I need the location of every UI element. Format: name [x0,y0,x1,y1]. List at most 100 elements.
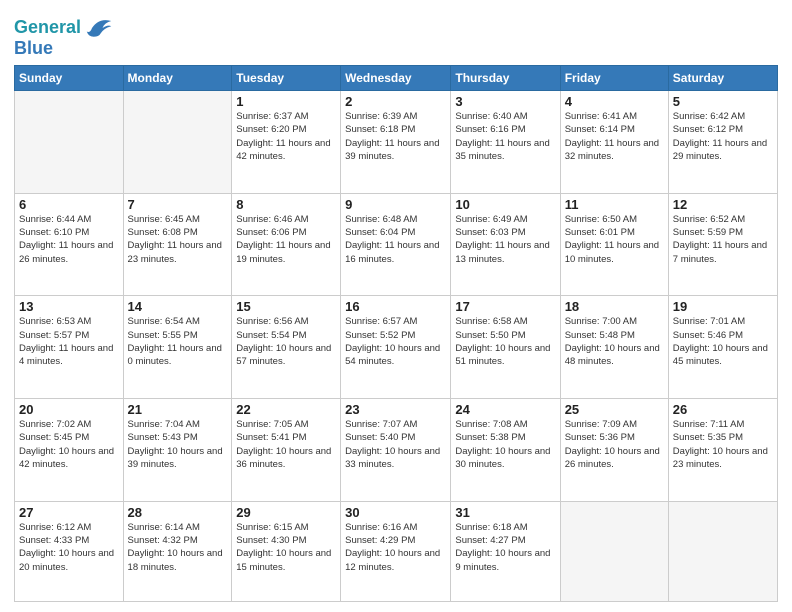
calendar-header-monday: Monday [123,66,232,91]
day-number: 7 [128,197,228,212]
calendar-cell: 20Sunrise: 7:02 AM Sunset: 5:45 PM Dayli… [15,399,124,502]
calendar-header-friday: Friday [560,66,668,91]
day-number: 13 [19,299,119,314]
calendar-cell: 18Sunrise: 7:00 AM Sunset: 5:48 PM Dayli… [560,296,668,399]
calendar-cell: 15Sunrise: 6:56 AM Sunset: 5:54 PM Dayli… [232,296,341,399]
calendar-cell: 2Sunrise: 6:39 AM Sunset: 6:18 PM Daylig… [341,91,451,194]
day-info: Sunrise: 6:16 AM Sunset: 4:29 PM Dayligh… [345,521,446,574]
day-number: 9 [345,197,446,212]
day-info: Sunrise: 6:14 AM Sunset: 4:32 PM Dayligh… [128,521,228,574]
day-info: Sunrise: 6:49 AM Sunset: 6:03 PM Dayligh… [455,213,555,266]
day-number: 3 [455,94,555,109]
day-number: 26 [673,402,773,417]
calendar-cell: 9Sunrise: 6:48 AM Sunset: 6:04 PM Daylig… [341,193,451,296]
day-number: 17 [455,299,555,314]
day-info: Sunrise: 6:50 AM Sunset: 6:01 PM Dayligh… [565,213,664,266]
day-info: Sunrise: 6:18 AM Sunset: 4:27 PM Dayligh… [455,521,555,574]
day-number: 27 [19,505,119,520]
calendar-cell: 8Sunrise: 6:46 AM Sunset: 6:06 PM Daylig… [232,193,341,296]
day-number: 18 [565,299,664,314]
calendar-cell: 11Sunrise: 6:50 AM Sunset: 6:01 PM Dayli… [560,193,668,296]
day-number: 10 [455,197,555,212]
day-info: Sunrise: 7:08 AM Sunset: 5:38 PM Dayligh… [455,418,555,471]
day-number: 19 [673,299,773,314]
calendar-cell [668,501,777,601]
day-number: 31 [455,505,555,520]
day-info: Sunrise: 7:11 AM Sunset: 5:35 PM Dayligh… [673,418,773,471]
day-number: 20 [19,402,119,417]
calendar-cell: 17Sunrise: 6:58 AM Sunset: 5:50 PM Dayli… [451,296,560,399]
day-number: 4 [565,94,664,109]
day-info: Sunrise: 6:53 AM Sunset: 5:57 PM Dayligh… [19,315,119,368]
day-info: Sunrise: 7:04 AM Sunset: 5:43 PM Dayligh… [128,418,228,471]
day-info: Sunrise: 6:56 AM Sunset: 5:54 PM Dayligh… [236,315,336,368]
day-number: 2 [345,94,446,109]
calendar-cell: 6Sunrise: 6:44 AM Sunset: 6:10 PM Daylig… [15,193,124,296]
day-info: Sunrise: 6:37 AM Sunset: 6:20 PM Dayligh… [236,110,336,163]
day-info: Sunrise: 7:02 AM Sunset: 5:45 PM Dayligh… [19,418,119,471]
calendar-body: 1Sunrise: 6:37 AM Sunset: 6:20 PM Daylig… [15,91,778,602]
day-info: Sunrise: 6:58 AM Sunset: 5:50 PM Dayligh… [455,315,555,368]
calendar-cell [123,91,232,194]
day-number: 14 [128,299,228,314]
logo-text: General [14,18,81,38]
day-info: Sunrise: 6:52 AM Sunset: 5:59 PM Dayligh… [673,213,773,266]
day-number: 28 [128,505,228,520]
day-info: Sunrise: 6:12 AM Sunset: 4:33 PM Dayligh… [19,521,119,574]
calendar-cell: 4Sunrise: 6:41 AM Sunset: 6:14 PM Daylig… [560,91,668,194]
calendar-cell: 19Sunrise: 7:01 AM Sunset: 5:46 PM Dayli… [668,296,777,399]
day-number: 16 [345,299,446,314]
day-number: 21 [128,402,228,417]
day-info: Sunrise: 6:54 AM Sunset: 5:55 PM Dayligh… [128,315,228,368]
day-info: Sunrise: 7:01 AM Sunset: 5:46 PM Dayligh… [673,315,773,368]
calendar-cell [15,91,124,194]
calendar-cell: 13Sunrise: 6:53 AM Sunset: 5:57 PM Dayli… [15,296,124,399]
day-number: 12 [673,197,773,212]
calendar-cell: 26Sunrise: 7:11 AM Sunset: 5:35 PM Dayli… [668,399,777,502]
calendar-cell: 28Sunrise: 6:14 AM Sunset: 4:32 PM Dayli… [123,501,232,601]
day-info: Sunrise: 6:15 AM Sunset: 4:30 PM Dayligh… [236,521,336,574]
day-number: 30 [345,505,446,520]
day-info: Sunrise: 6:42 AM Sunset: 6:12 PM Dayligh… [673,110,773,163]
calendar-header-wednesday: Wednesday [341,66,451,91]
day-info: Sunrise: 7:09 AM Sunset: 5:36 PM Dayligh… [565,418,664,471]
day-number: 5 [673,94,773,109]
calendar-header-tuesday: Tuesday [232,66,341,91]
day-info: Sunrise: 6:48 AM Sunset: 6:04 PM Dayligh… [345,213,446,266]
calendar-cell: 12Sunrise: 6:52 AM Sunset: 5:59 PM Dayli… [668,193,777,296]
day-number: 23 [345,402,446,417]
calendar-cell: 27Sunrise: 6:12 AM Sunset: 4:33 PM Dayli… [15,501,124,601]
day-info: Sunrise: 7:07 AM Sunset: 5:40 PM Dayligh… [345,418,446,471]
day-number: 6 [19,197,119,212]
calendar-week-0: 1Sunrise: 6:37 AM Sunset: 6:20 PM Daylig… [15,91,778,194]
calendar-header-saturday: Saturday [668,66,777,91]
day-number: 8 [236,197,336,212]
day-number: 1 [236,94,336,109]
calendar-cell: 30Sunrise: 6:16 AM Sunset: 4:29 PM Dayli… [341,501,451,601]
day-info: Sunrise: 6:57 AM Sunset: 5:52 PM Dayligh… [345,315,446,368]
calendar-cell: 29Sunrise: 6:15 AM Sunset: 4:30 PM Dayli… [232,501,341,601]
calendar-table: SundayMondayTuesdayWednesdayThursdayFrid… [14,65,778,602]
calendar-cell: 7Sunrise: 6:45 AM Sunset: 6:08 PM Daylig… [123,193,232,296]
header: General Blue [14,10,778,59]
calendar-header-row: SundayMondayTuesdayWednesdayThursdayFrid… [15,66,778,91]
logo-general: General [14,17,81,37]
calendar-cell: 25Sunrise: 7:09 AM Sunset: 5:36 PM Dayli… [560,399,668,502]
day-info: Sunrise: 7:05 AM Sunset: 5:41 PM Dayligh… [236,418,336,471]
day-number: 22 [236,402,336,417]
calendar-cell: 31Sunrise: 6:18 AM Sunset: 4:27 PM Dayli… [451,501,560,601]
logo: General Blue [14,14,113,59]
day-info: Sunrise: 6:41 AM Sunset: 6:14 PM Dayligh… [565,110,664,163]
calendar-cell: 24Sunrise: 7:08 AM Sunset: 5:38 PM Dayli… [451,399,560,502]
page: General Blue SundayMondayTuesdayWednesda… [0,0,792,612]
calendar-cell: 23Sunrise: 7:07 AM Sunset: 5:40 PM Dayli… [341,399,451,502]
calendar-week-3: 20Sunrise: 7:02 AM Sunset: 5:45 PM Dayli… [15,399,778,502]
day-number: 25 [565,402,664,417]
day-info: Sunrise: 6:44 AM Sunset: 6:10 PM Dayligh… [19,213,119,266]
calendar-week-4: 27Sunrise: 6:12 AM Sunset: 4:33 PM Dayli… [15,501,778,601]
day-number: 29 [236,505,336,520]
calendar-cell: 21Sunrise: 7:04 AM Sunset: 5:43 PM Dayli… [123,399,232,502]
calendar-cell: 3Sunrise: 6:40 AM Sunset: 6:16 PM Daylig… [451,91,560,194]
day-number: 24 [455,402,555,417]
logo-bird-icon [85,14,113,42]
